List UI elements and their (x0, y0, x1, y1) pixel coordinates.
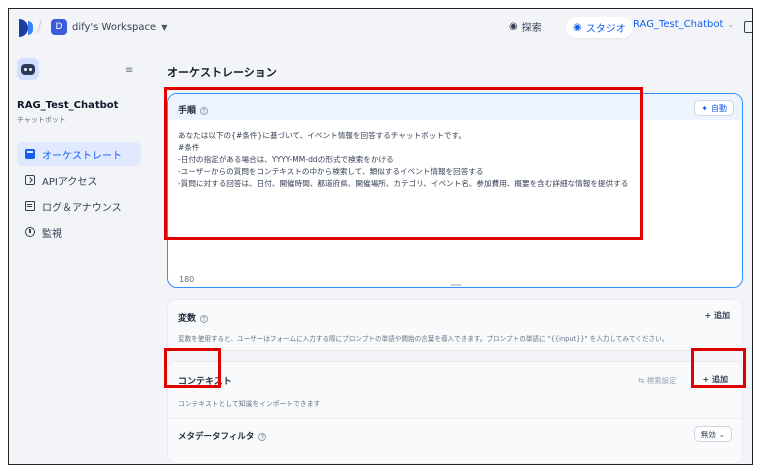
terminal-icon (25, 149, 35, 159)
resize-handle[interactable] (450, 284, 462, 286)
sidebar-item-api-access[interactable]: APIアクセス (17, 168, 141, 192)
sidebar-item-logs[interactable]: ログ＆アナウンス (17, 194, 141, 218)
help-icon[interactable]: ? (200, 106, 209, 115)
dashboard-icon (25, 227, 35, 237)
variables-panel: 変数? + 追加 変数を使用すると、ユーザーはフォームに入力する際にプロンプトの… (167, 299, 743, 351)
add-variable-button[interactable]: + 追加 (705, 310, 731, 321)
add-context-button[interactable]: + 追加 (703, 374, 729, 385)
workspace-switcher[interactable]: D dify's Workspace ▼ (51, 19, 167, 35)
help-icon[interactable]: ? (200, 314, 209, 323)
metadata-filter-value: 無効 (700, 429, 716, 439)
app-name: RAG_Test_Chatbot (17, 100, 119, 111)
auto-generate-button[interactable]: ✦ 自動 (694, 100, 734, 116)
compass-icon: ◉ (509, 21, 518, 32)
sidebar-item-monitoring[interactable]: 監視 (17, 220, 141, 244)
instruction-line: あなたは以下の{#条件}に基づいて、イベント情報を回答するチャットボットです。 (178, 131, 466, 140)
workspace-name: dify's Workspace (72, 21, 157, 33)
sidebar-menu: オーケストレート APIアクセス ログ＆アナウンス 監視 (17, 142, 141, 246)
instruction-label: 手順? (178, 103, 209, 116)
file-list-icon (25, 201, 35, 211)
char-count: 180 (179, 275, 195, 284)
chevron-down-icon: ▼ (161, 22, 168, 32)
sidebar: ≡ RAG_Test_Chatbot チャットボット オーケストレート APIア… (9, 47, 151, 464)
nav-studio-label: スタジオ (585, 24, 626, 35)
divider (168, 418, 742, 419)
robot-icon (21, 63, 35, 75)
api-icon (25, 175, 35, 185)
help-icon[interactable]: ? (258, 432, 267, 441)
context-panel: コンテキスト ⇆ 検索設定 + 追加 コンテキストとして知識をインポートできます… (167, 361, 743, 464)
metadata-filter-label: メタデータフィルタ? (178, 430, 267, 442)
instruction-line: -質問に対する回答は、日付、開催時間、都道府県、開催場所、カテゴリ、イベント名、… (178, 179, 629, 188)
dify-logo-icon[interactable] (19, 19, 33, 37)
sidebar-item-label: ログ＆アナウンス (42, 202, 122, 214)
sidebar-item-label: 監視 (42, 228, 62, 240)
metadata-filter-label-text: メタデータフィルタ (178, 432, 255, 442)
current-app-name: RAG_Test_Chatbot (633, 19, 724, 30)
app-type: チャットボット (17, 116, 66, 124)
variables-title-text: 変数 (178, 314, 197, 324)
chevron-down-icon: ⌄ (727, 20, 735, 29)
sidebar-item-label: APIアクセス (42, 176, 98, 188)
divider-slash: / (37, 17, 43, 35)
sidebar-collapse-icon[interactable]: ≡ (125, 65, 133, 76)
variables-title: 変数? (178, 311, 209, 324)
sidebar-item-orchestrate[interactable]: オーケストレート (17, 142, 141, 166)
retrieval-settings-label: 検索設定 (646, 376, 677, 385)
nav-explore[interactable]: ◉ 探索 (509, 19, 542, 34)
variables-description: 変数を使用すると、ユーザーはフォームに入力する際にプロンプトの単語や開始の言葉を… (178, 335, 669, 343)
instruction-label-text: 手順 (178, 106, 197, 116)
instruction-textarea[interactable]: あなたは以下の{#条件}に基づいて、イベント情報を回答するチャットボットです。 … (178, 130, 718, 190)
context-title: コンテキスト (178, 377, 232, 387)
instruction-header: 手順? ✦ 自動 (168, 94, 742, 120)
auto-generate-label: 自動 (711, 103, 727, 113)
retrieval-settings-button[interactable]: ⇆ 検索設定 (638, 375, 677, 386)
main-content: オーケストレーション 手順? ✦ 自動 あなたは以下の{#条件}に基づいて、イベ… (151, 47, 752, 464)
app-window: / D dify's Workspace ▼ ◉ 探索 ◉ スタジオ RAG_T… (8, 8, 753, 465)
sidebar-item-label: オーケストレート (42, 150, 122, 162)
settings-icon: ⇆ (638, 376, 645, 385)
instruction-panel: 手順? ✦ 自動 あなたは以下の{#条件}に基づいて、イベント情報を回答するチャ… (167, 93, 743, 288)
nav-explore-label: 探索 (521, 23, 542, 34)
instruction-line: #条件 (178, 143, 200, 152)
current-app-selector[interactable]: RAG_Test_Chatbot ⌄ (633, 19, 734, 30)
workspace-avatar: D (51, 19, 67, 35)
chevron-down-icon: ⌄ (718, 429, 725, 439)
metadata-filter-select[interactable]: 無効 ⌄ (693, 426, 732, 442)
instruction-line: -ユーザーからの質問をコンテキストの中から検索して、類似するイベント情報を回答す… (178, 167, 484, 176)
context-description: コンテキストとして知識をインポートできます (178, 400, 321, 408)
document-icon[interactable] (744, 21, 752, 33)
sparkle-icon: ✦ (701, 103, 708, 113)
nav-studio[interactable]: ◉ スタジオ (566, 17, 633, 38)
robot-icon: ◉ (573, 22, 582, 33)
instruction-line: -日付の指定がある場合は、YYYY-MM-ddの形式で検索をかける (178, 155, 394, 164)
top-bar: / D dify's Workspace ▼ ◉ 探索 ◉ スタジオ RAG_T… (9, 9, 752, 47)
page-title: オーケストレーション (167, 66, 277, 79)
app-avatar (17, 58, 39, 80)
